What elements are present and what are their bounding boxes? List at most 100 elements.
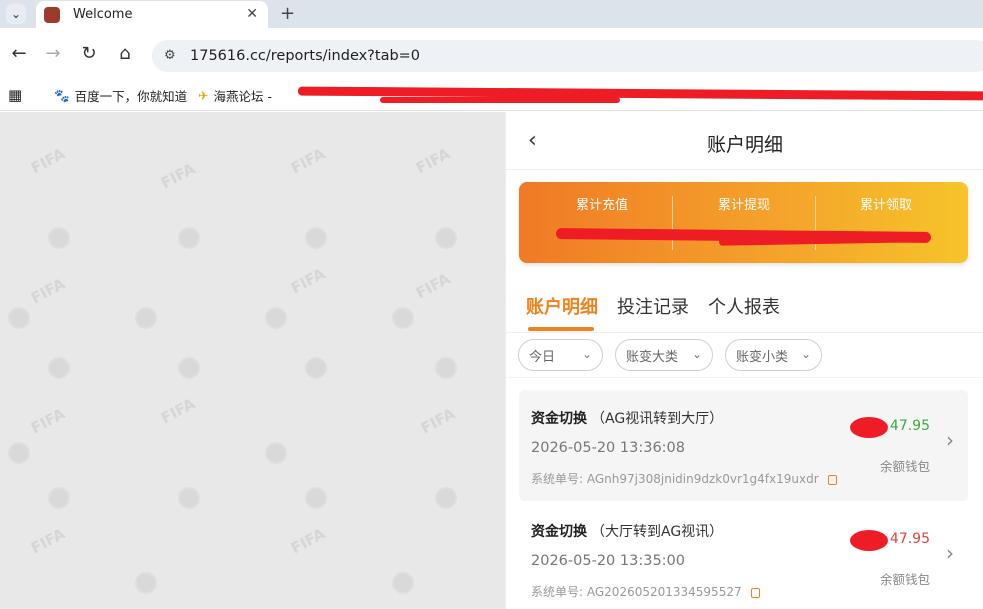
record-amount: 47.95 [889, 531, 930, 547]
copy-icon[interactable] [828, 474, 838, 485]
fifa-watermark: FIFA [27, 524, 69, 558]
fifa-watermark: FIFA [157, 159, 199, 193]
soccer-ball-icon [178, 487, 200, 509]
site-info-icon[interactable]: ⚙ [164, 48, 180, 64]
list-item[interactable]: 资金切换 （AG视讯转到大厅） 2026-05-20 13:36:08 系统单号:… [519, 390, 968, 501]
chevron-right-icon: › [946, 428, 954, 452]
filter-label: 今日 [529, 349, 556, 365]
sub-tabs: 账户明细 投注记录 个人报表 [506, 277, 983, 333]
tab-search-chevron-icon[interactable]: ⌄ [6, 4, 26, 24]
close-tab-icon[interactable]: ✕ [246, 6, 258, 22]
fifa-watermark: FIFA [157, 394, 199, 428]
tab-personal-report[interactable]: 个人报表 [708, 293, 780, 319]
redaction-scribble [380, 97, 620, 103]
summary-divider [672, 196, 673, 250]
record-wallet: 余额钱包 [879, 459, 930, 474]
order-number: AGnh97j308jnidin9dzk0vr1g4fx19uxdr [586, 472, 819, 486]
apps-grid-icon[interactable]: ▦ [8, 86, 22, 104]
reload-icon[interactable]: ↻ [76, 40, 102, 66]
copy-icon[interactable] [751, 587, 761, 598]
record-title: 资金切换 （AG视讯转到大厅） [531, 408, 723, 428]
soccer-ball-icon [435, 357, 457, 379]
browser-tab[interactable]: Welcome ✕ [36, 1, 268, 28]
record-detail: （大厅转到AG视讯） [591, 524, 724, 540]
fifa-watermark: FIFA [27, 404, 69, 438]
summary-total-deposit-label: 累计充值 [575, 198, 628, 213]
forward-arrow-icon[interactable]: → [40, 40, 66, 66]
soccer-ball-icon [305, 357, 327, 379]
soccer-ball-icon [48, 487, 70, 509]
home-icon[interactable]: ⌂ [112, 40, 138, 66]
url-text: 175616.cc/reports/index?tab=0 [190, 48, 421, 64]
fifa-watermark: FIFA [287, 524, 329, 558]
redaction-scribble [850, 530, 888, 551]
summary-card: 累计充值 累计提现 累计领取 [519, 182, 968, 263]
chevron-right-icon: › [946, 541, 954, 565]
record-order: 系统单号: AGnh97j308jnidin9dzk0vr1g4fx19uxdr [531, 470, 838, 487]
filter-label: 账变大类 [626, 349, 679, 365]
soccer-ball-icon [178, 357, 200, 379]
filter-label: 账变小类 [736, 349, 789, 365]
record-order: 系统单号: AG202605201334595527 [531, 583, 761, 600]
record-type: 资金切换 [531, 411, 587, 427]
redaction-scribble [850, 417, 888, 438]
fifa-watermark: FIFA [27, 144, 69, 178]
soccer-ball-icon [265, 442, 287, 464]
soccer-ball-icon [8, 307, 30, 329]
list-item[interactable]: 资金切换 （大厅转到AG视讯） 2026-05-20 13:35:00 系统单号:… [519, 503, 968, 609]
tab-bet-records[interactable]: 投注记录 [617, 293, 689, 319]
summary-total-withdraw-label: 累计提现 [717, 198, 770, 213]
soccer-ball-icon [48, 357, 70, 379]
soccer-ball-icon [48, 227, 70, 249]
chevron-down-icon: ⌄ [691, 347, 702, 361]
order-label: 系统单号: [531, 472, 584, 486]
new-tab-icon[interactable]: + [280, 3, 295, 24]
bookmark-haiyan[interactable]: ✈ 海燕论坛 - [198, 86, 272, 105]
browser-toolbar: ← → ↻ ⌂ ⚙ 175616.cc/reports/index?tab=0 [0, 28, 983, 80]
back-arrow-icon[interactable]: ← [6, 40, 32, 66]
fifa-watermark: FIFA [27, 274, 69, 308]
filter-subcategory-dropdown[interactable]: 账变小类 ⌄ [725, 339, 822, 371]
active-tab-indicator [528, 327, 594, 331]
fifa-watermark: FIFA [287, 144, 329, 178]
site-favicon-icon [44, 6, 60, 23]
summary-total-claimed-label: 累计领取 [859, 198, 912, 213]
record-detail: （AG视讯转到大厅） [591, 411, 724, 427]
fifa-watermark: FIFA [417, 404, 459, 438]
address-bar[interactable]: ⚙ 175616.cc/reports/index?tab=0 [152, 40, 983, 72]
order-label: 系统单号: [531, 585, 584, 599]
soccer-ball-icon [435, 227, 457, 249]
record-time: 2026-05-20 13:35:00 [531, 553, 685, 569]
record-title: 资金切换 （大厅转到AG视讯） [531, 521, 723, 541]
bookmark-label: 海燕论坛 - [213, 89, 272, 104]
soccer-ball-icon [135, 307, 157, 329]
bird-icon: ✈ [198, 88, 209, 103]
soccer-ball-icon [305, 227, 327, 249]
filter-category-dropdown[interactable]: 账变大类 ⌄ [615, 339, 713, 371]
soccer-ball-icon [305, 487, 327, 509]
page-header: ‹ 账户明细 [506, 112, 983, 170]
chevron-down-icon: ⌄ [581, 347, 592, 361]
soccer-ball-icon [8, 442, 30, 464]
background-pattern: FIFA FIFA FIFA FIFA FIFA FIFA FIFA FIFA … [0, 112, 505, 609]
records-list: 资金切换 （AG视讯转到大厅） 2026-05-20 13:36:08 系统单号:… [506, 378, 983, 609]
tab-title: Welcome [73, 7, 133, 22]
soccer-ball-icon [135, 572, 157, 594]
bookmarks-bar: ▦ 🐾 百度一下，你就知道 ✈ 海燕论坛 - [0, 80, 983, 111]
fifa-watermark: FIFA [287, 264, 329, 298]
fifa-watermark: FIFA [412, 269, 454, 303]
tab-account-details[interactable]: 账户明细 [526, 293, 598, 319]
page-title: 账户明细 [706, 134, 783, 156]
soccer-ball-icon [392, 572, 414, 594]
filter-date-dropdown[interactable]: 今日 ⌄ [518, 339, 603, 371]
soccer-ball-icon [435, 487, 457, 509]
soccer-ball-icon [392, 307, 414, 329]
bookmark-label: 百度一下，你就知道 [74, 89, 188, 104]
soccer-ball-icon [178, 227, 200, 249]
record-amount: 47.95 [889, 418, 930, 434]
paw-icon: 🐾 [54, 87, 70, 103]
bookmark-baidu[interactable]: 🐾 百度一下，你就知道 [54, 86, 187, 105]
record-wallet: 余额钱包 [879, 572, 930, 587]
account-details-panel: ‹ 账户明细 累计充值 累计提现 累计领取 账户明细 投注记录 个人报表 今日 … [505, 112, 983, 609]
fifa-watermark: FIFA [412, 144, 454, 178]
